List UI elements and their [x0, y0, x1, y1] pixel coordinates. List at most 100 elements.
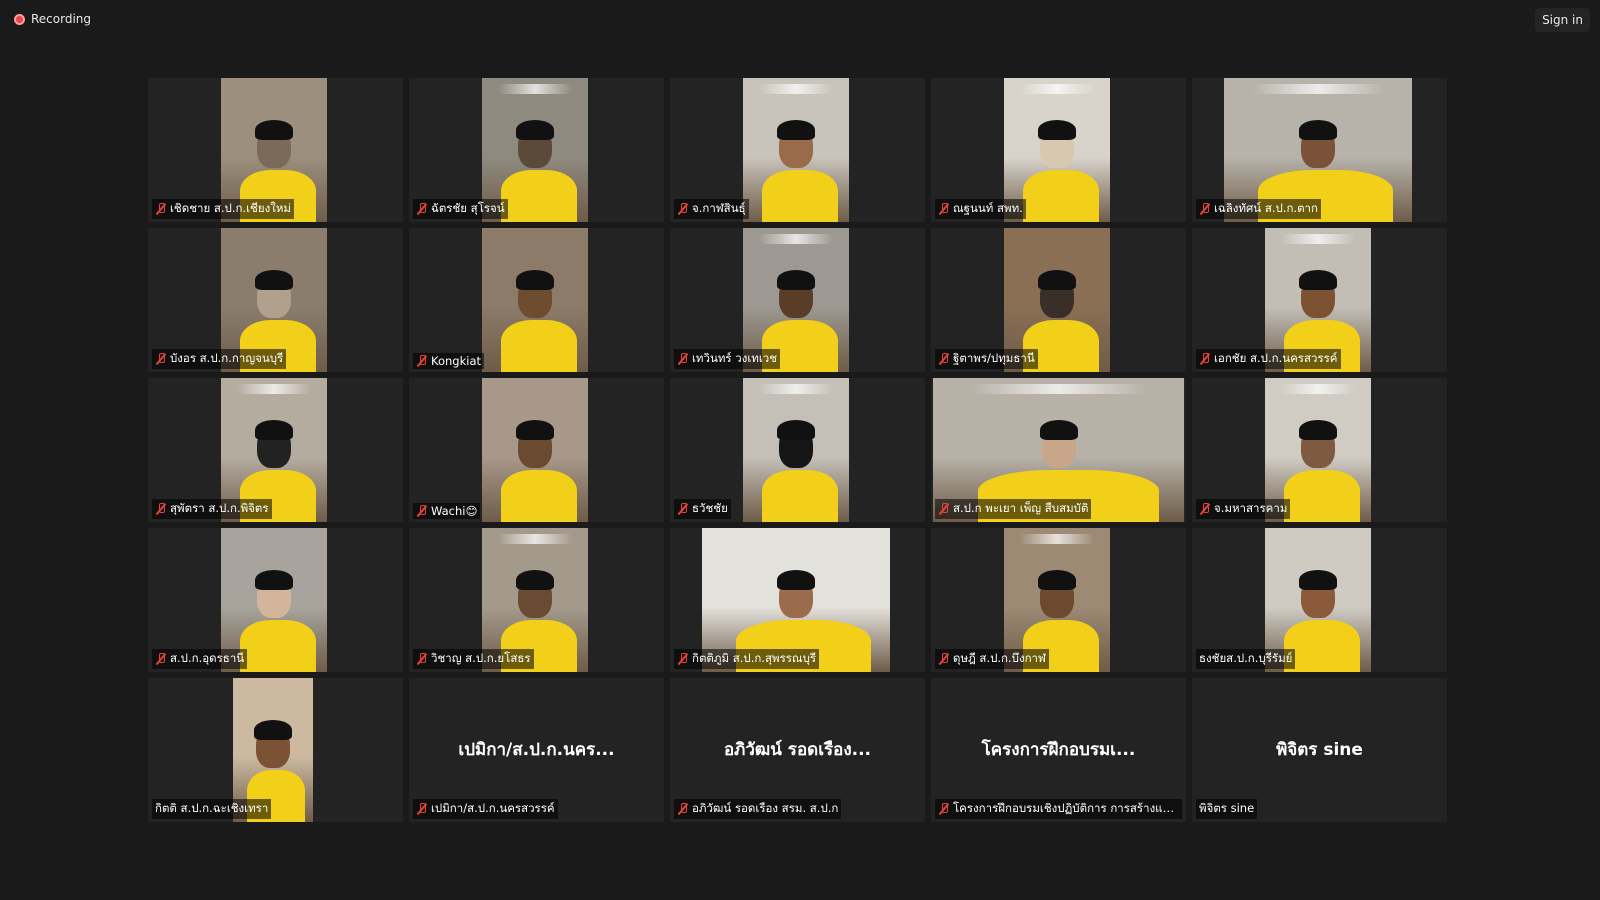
microphone-muted-icon	[155, 503, 167, 515]
participant-name: กิตติ ส.ป.ก.ฉะเชิงเทรา	[155, 801, 269, 815]
participant-name: ส.ป.ก พะเยา เพ็ญ สืบสมบัติ	[953, 501, 1089, 515]
microphone-muted-icon	[677, 653, 689, 665]
participant-tile[interactable]: ส.ป.ก.อุดรธานี	[148, 528, 403, 672]
participant-name: พิจิตร sine	[1199, 801, 1255, 815]
microphone-muted-icon	[938, 803, 950, 815]
participant-name: จ.กาฬสินธุ์	[692, 201, 746, 215]
participant-name: ธงชัยส.ป.ก.บุรีรัมย์	[1199, 651, 1293, 665]
participant-name-label: อภิวัฒน์ รอดเรือง สรม. ส.ป.ก	[674, 799, 842, 819]
microphone-muted-icon	[677, 503, 689, 515]
recording-dot-icon	[14, 13, 25, 25]
participant-tile[interactable]: จ.มหาสารคาม	[1192, 378, 1447, 522]
participant-tile[interactable]: ดุษฎี ส.ป.ก.บึงกาฬ	[931, 528, 1186, 672]
sign-in-button[interactable]: Sign in	[1535, 8, 1590, 32]
participant-tile[interactable]: บังอร ส.ป.ก.กาญจนบุรี	[148, 228, 403, 372]
participant-tile[interactable]: พิจิตร sine พิจิตร sine	[1192, 678, 1447, 822]
participant-tile[interactable]: ธงชัยส.ป.ก.บุรีรัมย์	[1192, 528, 1447, 672]
participant-tile[interactable]: ฉัตรชัย สุโรจน์	[409, 78, 664, 222]
participant-video	[482, 378, 588, 522]
participant-name: ธวัชชัย	[692, 501, 728, 515]
participant-name: เปมิกา/ส.ป.ก.นครสวรรค์	[431, 801, 555, 815]
participant-name-label: ส.ป.ก.อุดรธานี	[152, 649, 248, 669]
participant-name: เฉลิงทัศน์ ส.ป.ก.ตาก	[1214, 201, 1318, 215]
participant-name: เอกชัย ส.ป.ก.นครสวรรค์	[1214, 351, 1338, 365]
participant-name-label: สุพัตรา ส.ป.ก.พิจิตร	[152, 499, 272, 519]
participant-display-name: โครงการฝึกอบรมเ...	[981, 740, 1136, 760]
participant-name-label: ฐิตาพร/ปทุมธานี	[935, 349, 1038, 369]
participant-name-label: ฉัตรชัย สุโรจน์	[413, 199, 508, 219]
participant-name: ฐิตาพร/ปทุมธานี	[953, 351, 1035, 365]
participant-tile[interactable]: โครงการฝึกอบรมเ... โครงการฝึกอบรมเชิงปฏิบ…	[931, 678, 1186, 822]
participant-name: ฉัตรชัย สุโรจน์	[431, 201, 505, 215]
microphone-muted-icon	[677, 803, 689, 815]
microphone-muted-icon	[677, 353, 689, 365]
participant-name-label: กิตติภูมิ ส.ป.ก.สุพรรณบุรี	[674, 649, 820, 669]
participant-name: ดุษฎี ส.ป.ก.บึงกาฬ	[953, 651, 1046, 665]
participant-tile[interactable]: อภิวัฒน์ รอดเรือง... อภิวัฒน์ รอดเรือง สร…	[670, 678, 925, 822]
participant-name-label: เปมิกา/ส.ป.ก.นครสวรรค์	[413, 799, 558, 819]
participant-name-label: วิชาญ ส.ป.ก.ยโสธร	[413, 649, 534, 669]
participant-name-label: เอกชัย ส.ป.ก.นครสวรรค์	[1196, 349, 1341, 369]
participant-name-label: ณฐนนท์ สพท.	[935, 199, 1026, 219]
participant-name: กิตติภูมิ ส.ป.ก.สุพรรณบุรี	[692, 651, 817, 665]
participant-name: เทวินทร์ วงเทเวช	[692, 351, 778, 365]
microphone-muted-icon	[155, 203, 167, 215]
participant-tile[interactable]: เชิดชาย ส.ป.ก.เชียงใหม่	[148, 78, 403, 222]
participant-name-label: ธงชัยส.ป.ก.บุรีรัมย์	[1196, 649, 1296, 669]
participant-name-label: ส.ป.ก พะเยา เพ็ญ สืบสมบัติ	[935, 499, 1092, 519]
participant-name-label: กิตติ ส.ป.ก.ฉะเชิงเทรา	[152, 799, 272, 819]
participant-name-label: บังอร ส.ป.ก.กาญจนบุรี	[152, 349, 287, 369]
participant-display-name: เปมิกา/ส.ป.ก.นคร...	[458, 740, 615, 760]
participant-name: ส.ป.ก.อุดรธานี	[170, 651, 245, 665]
recording-label: Recording	[31, 12, 92, 26]
participant-tile[interactable]: เทวินทร์ วงเทเวช	[670, 228, 925, 372]
microphone-muted-icon	[416, 653, 428, 665]
participant-name-label: จ.กาฬสินธุ์	[674, 199, 749, 219]
participant-display-name: อภิวัฒน์ รอดเรือง...	[723, 740, 872, 760]
participant-name-label: ดุษฎี ส.ป.ก.บึงกาฬ	[935, 649, 1049, 669]
participant-name: ณฐนนท์ สพท.	[953, 201, 1023, 215]
participant-name: สุพัตรา ส.ป.ก.พิจิตร	[170, 501, 269, 515]
participant-tile[interactable]: กิตติภูมิ ส.ป.ก.สุพรรณบุรี	[670, 528, 925, 672]
participant-tile[interactable]: ฐิตาพร/ปทุมธานี	[931, 228, 1186, 372]
participant-tile[interactable]: Wachi😊	[409, 378, 664, 522]
participant-display-name: พิจิตร sine	[1276, 740, 1363, 760]
microphone-muted-icon	[938, 653, 950, 665]
participant-name-label: โครงการฝึกอบรมเชิงปฏิบัติการ การสร้างและ…	[935, 799, 1182, 819]
participant-name: โครงการฝึกอบรมเชิงปฏิบัติการ การสร้างและ…	[953, 801, 1179, 815]
microphone-muted-icon	[416, 355, 428, 367]
microphone-muted-icon	[938, 503, 950, 515]
participant-tile[interactable]: กิตติ ส.ป.ก.ฉะเชิงเทรา	[148, 678, 403, 822]
participant-name: อภิวัฒน์ รอดเรือง สรม. ส.ป.ก	[692, 801, 839, 815]
participant-tile[interactable]: ธวัชชัย	[670, 378, 925, 522]
participant-tile[interactable]: จ.กาฬสินธุ์	[670, 78, 925, 222]
participant-tile[interactable]: ส.ป.ก พะเยา เพ็ญ สืบสมบัติ	[931, 378, 1186, 522]
microphone-muted-icon	[938, 353, 950, 365]
microphone-muted-icon	[155, 653, 167, 665]
participant-name: บังอร ส.ป.ก.กาญจนบุรี	[170, 351, 284, 365]
participant-name-label: เทวินทร์ วงเทเวช	[674, 349, 781, 369]
microphone-muted-icon	[938, 203, 950, 215]
recording-indicator[interactable]: Recording	[14, 12, 91, 26]
participant-tile[interactable]: เฉลิงทัศน์ ส.ป.ก.ตาก	[1192, 78, 1447, 222]
participant-tile[interactable]: เอกชัย ส.ป.ก.นครสวรรค์	[1192, 228, 1447, 372]
microphone-muted-icon	[155, 353, 167, 365]
participant-name: Kongkiat	[431, 354, 482, 368]
participant-name: เชิดชาย ส.ป.ก.เชียงใหม่	[170, 201, 291, 215]
participant-video	[743, 378, 849, 522]
participant-tile[interactable]: ณฐนนท์ สพท.	[931, 78, 1186, 222]
microphone-muted-icon	[677, 203, 689, 215]
participant-name-label: เชิดชาย ส.ป.ก.เชียงใหม่	[152, 199, 294, 219]
participant-name-label: พิจิตร sine	[1196, 799, 1258, 819]
participant-name-label: ธวัชชัย	[674, 499, 731, 519]
participant-tile[interactable]: สุพัตรา ส.ป.ก.พิจิตร	[148, 378, 403, 522]
participant-tile[interactable]: วิชาญ ส.ป.ก.ยโสธร	[409, 528, 664, 672]
participant-tile[interactable]: Kongkiat	[409, 228, 664, 372]
microphone-muted-icon	[1199, 353, 1211, 365]
participant-name: จ.มหาสารคาม	[1214, 501, 1288, 515]
microphone-muted-icon	[416, 803, 428, 815]
participant-name: Wachi😊	[431, 504, 478, 518]
participant-tile[interactable]: เปมิกา/ส.ป.ก.นคร... เปมิกา/ส.ป.ก.นครสวรรค…	[409, 678, 664, 822]
participant-video	[743, 78, 849, 222]
participant-video	[482, 228, 588, 372]
